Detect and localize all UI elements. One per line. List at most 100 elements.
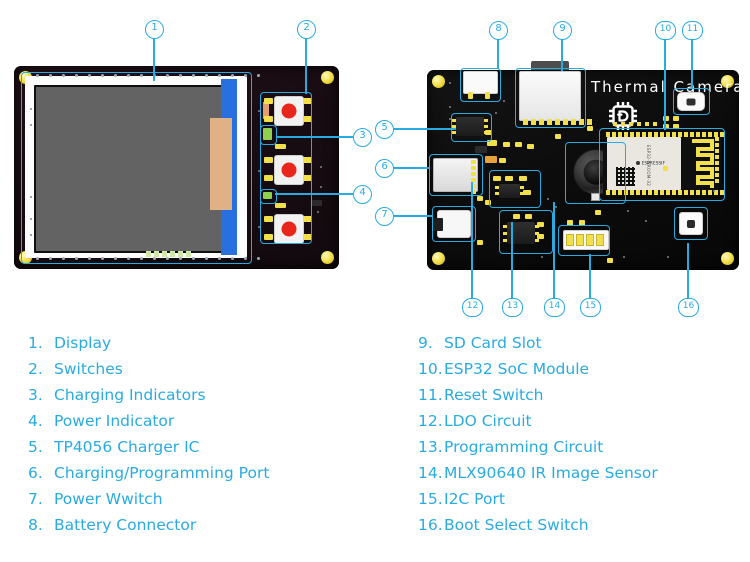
callout-12[interactable]: 12 [462, 298, 483, 317]
legend-num-8: 8. [28, 516, 43, 534]
legend-num-10: 10. [418, 360, 443, 378]
legend-text-13: Programming Circuit [444, 438, 604, 456]
highlight-sd-card-slot [515, 68, 586, 128]
legend-text-9: SD Card Slot [444, 334, 542, 352]
callout-11[interactable]: 11 [682, 21, 703, 40]
callout-8[interactable]: 8 [489, 21, 508, 40]
callout-10[interactable]: 10 [655, 21, 676, 40]
callout-14[interactable]: 14 [544, 298, 565, 317]
diagram-canvas: Thermal Camera ESP32-WROOM-32 ESPRESSIF … [0, 0, 750, 562]
legend-item-1: 1. Display [28, 330, 269, 356]
highlight-charging-indicators [260, 125, 277, 145]
legend-column-left: 1. Display 2. Switches 3. Charging Indic… [28, 330, 269, 538]
leader-15 [589, 254, 591, 298]
legend-num-6: 6. [28, 464, 43, 482]
leader-13 [511, 222, 513, 298]
leader-10 [664, 38, 666, 130]
legend-column-right: 9. SD Card Slot 10. ESP32 SoC Module 11.… [418, 330, 658, 538]
legend-num-13: 13. [418, 438, 443, 456]
legend-num-1: 1. [28, 334, 43, 352]
legend-text-6: Charging/Programming Port [54, 464, 270, 482]
mount-hole-br [321, 251, 334, 264]
legend-item-7: 7. Power Wwitch [28, 486, 269, 512]
highlight-tp4056 [451, 113, 492, 142]
legend-text-1: Display [54, 334, 112, 352]
legend-text-10: ESP32 SoC Module [444, 360, 590, 378]
legend-text-7: Power Wwitch [54, 490, 163, 508]
highlight-reset-switch [673, 88, 710, 115]
legend-text-8: Battery Connector [54, 516, 197, 534]
legend-item-13: 13. Programming Circuit [418, 434, 658, 460]
leader-2 [305, 37, 307, 94]
callout-16[interactable]: 16 [678, 298, 699, 317]
leader-8 [497, 38, 499, 69]
highlight-power-indicator [260, 189, 277, 204]
legend-item-11: 11. Reset Switch [418, 382, 658, 408]
legend-item-3: 3. Charging Indicators [28, 382, 269, 408]
leader-11 [691, 38, 693, 89]
legend-item-10: 10. ESP32 SoC Module [418, 356, 658, 382]
legend-item-4: 4. Power Indicator [28, 408, 269, 434]
back-board: Thermal Camera ESP32-WROOM-32 ESPRESSIF [427, 61, 742, 270]
highlight-display [21, 72, 252, 264]
callout-1[interactable]: 1 [145, 20, 164, 39]
legend-num-3: 3. [28, 386, 43, 404]
power-switch-front[interactable] [312, 200, 322, 206]
legend-item-12: 12. LDO Circuit [418, 408, 658, 434]
callout-9[interactable]: 9 [553, 21, 572, 40]
highlight-battery-connector [460, 68, 501, 102]
leader-1 [153, 37, 155, 81]
mount-hole-bl-2 [432, 252, 445, 265]
legend-num-11: 11. [418, 386, 443, 404]
legend-item-2: 2. Switches [28, 356, 269, 382]
legend-item-6: 6. Charging/Programming Port [28, 460, 269, 486]
legend-num-15: 15. [418, 490, 443, 508]
mount-hole-br-2 [721, 252, 734, 265]
highlight-programming-circuit [499, 210, 553, 254]
legend-item-15: 15. I2C Port [418, 486, 658, 512]
legend-num-14: 14. [418, 464, 443, 482]
esp-top-vias [613, 122, 657, 126]
legend-item-5: 5. TP4056 Charger IC [28, 434, 269, 460]
highlight-switches [260, 92, 312, 244]
legend-num-9: 9. [418, 334, 433, 352]
legend-text-15: I2C Port [444, 490, 505, 508]
legend-text-4: Power Indicator [54, 412, 175, 430]
legend-item-9: 9. SD Card Slot [418, 330, 658, 356]
mount-hole-tr [321, 71, 334, 84]
highlight-esp32-module [599, 128, 725, 201]
legend-item-16: 16. Boot Select Switch [418, 512, 658, 538]
callout-6[interactable]: 6 [375, 159, 394, 178]
legend-num-12: 12. [418, 412, 443, 430]
callout-15[interactable]: 15 [580, 298, 601, 317]
leader-16 [687, 243, 689, 298]
highlight-usb-port [429, 154, 483, 196]
legend-text-2: Switches [54, 360, 123, 378]
callout-5[interactable]: 5 [375, 120, 394, 139]
callout-2[interactable]: 2 [297, 20, 316, 39]
highlight-power-switch [432, 206, 476, 242]
legend-num-16: 16. [418, 516, 443, 534]
leader-14 [553, 202, 555, 298]
front-board [14, 66, 339, 269]
leader-6 [392, 167, 430, 169]
mount-hole-tl-2 [432, 75, 445, 88]
legend-text-14: MLX90640 IR Image Sensor [444, 464, 658, 482]
callout-7[interactable]: 7 [375, 207, 394, 226]
legend-item-14: 14. MLX90640 IR Image Sensor [418, 460, 658, 486]
legend-text-5: TP4056 Charger IC [54, 438, 200, 456]
leader-3 [276, 136, 353, 138]
leader-9 [561, 38, 563, 71]
silkscreen-title: Thermal Camera [591, 78, 745, 96]
leader-5 [392, 128, 456, 130]
callout-4[interactable]: 4 [353, 185, 372, 204]
legend-num-7: 7. [28, 490, 43, 508]
legend-text-16: Boot Select Switch [444, 516, 589, 534]
callout-13[interactable]: 13 [502, 298, 523, 317]
legend: 1. Display 2. Switches 3. Charging Indic… [0, 330, 750, 562]
legend-num-2: 2. [28, 360, 43, 378]
legend-text-3: Charging Indicators [54, 386, 206, 404]
highlight-i2c-port [558, 225, 610, 256]
legend-num-5: 5. [28, 438, 43, 456]
callout-3[interactable]: 3 [353, 128, 372, 147]
